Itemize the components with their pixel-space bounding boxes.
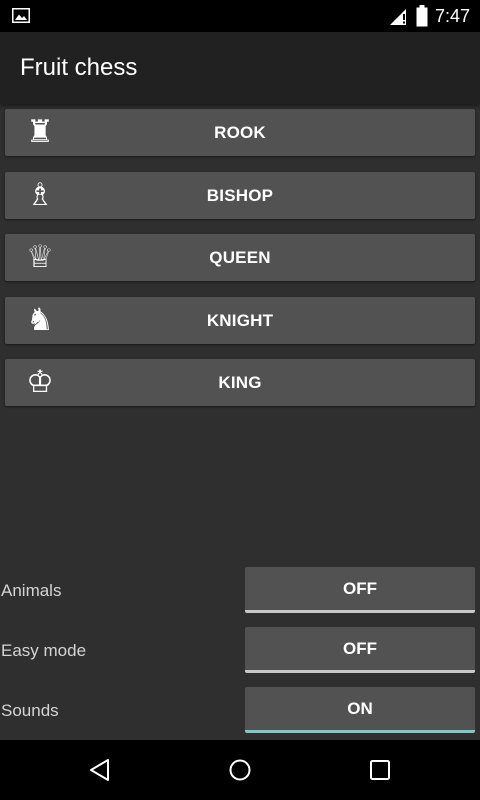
setting-row-animals: Animals OFF: [0, 567, 480, 615]
action-bar: Fruit chess: [0, 32, 480, 104]
home-icon: [229, 759, 251, 781]
rook-label: ROOK: [214, 123, 266, 142]
setting-label-easy-mode: Easy mode: [1, 641, 87, 660]
setting-row-sounds: Sounds ON: [0, 687, 480, 735]
battery-icon: [416, 5, 428, 27]
recents-icon: [370, 760, 390, 780]
knight-label: KNIGHT: [206, 310, 274, 330]
screen: 7:47 Fruit chess ♜ ROOK ♗ BISHOP ♕ QUEEN…: [0, 0, 480, 800]
back-button[interactable]: [55, 740, 145, 800]
king-label: KING: [218, 373, 262, 392]
status-time: 7:47: [434, 5, 470, 26]
status-bar: 7:47: [0, 0, 480, 32]
setting-label-animals: Animals: [1, 581, 62, 600]
setting-row-easy-mode: Easy mode OFF: [0, 627, 480, 675]
signal-icon: [389, 9, 406, 25]
bishop-label: BISHOP: [206, 185, 274, 205]
bishop-button[interactable]: ♗ BISHOP: [5, 171, 475, 219]
navigation-bar: [0, 740, 480, 800]
back-icon: [90, 759, 109, 781]
knight-button[interactable]: ♞ KNIGHT: [5, 296, 475, 344]
home-button[interactable]: [195, 740, 285, 800]
image-icon: [12, 8, 30, 23]
king-button[interactable]: ♔ KING: [5, 359, 475, 406]
rook-button[interactable]: ♜ ROOK: [5, 109, 475, 156]
status-right: 7:47: [389, 0, 470, 32]
app-title: Fruit chess: [20, 54, 138, 81]
easy-mode-toggle[interactable]: OFF: [245, 627, 475, 673]
queen-label: QUEEN: [209, 248, 271, 267]
sounds-toggle[interactable]: ON: [245, 687, 475, 733]
queen-button[interactable]: ♕ QUEEN: [5, 234, 475, 281]
recents-button[interactable]: [335, 740, 425, 800]
setting-label-sounds: Sounds: [1, 701, 59, 720]
animals-toggle[interactable]: OFF: [245, 567, 475, 613]
piece-list: ♜ ROOK ♗ BISHOP ♕ QUEEN ♞ KNIGHT ♔ KING: [5, 109, 475, 422]
